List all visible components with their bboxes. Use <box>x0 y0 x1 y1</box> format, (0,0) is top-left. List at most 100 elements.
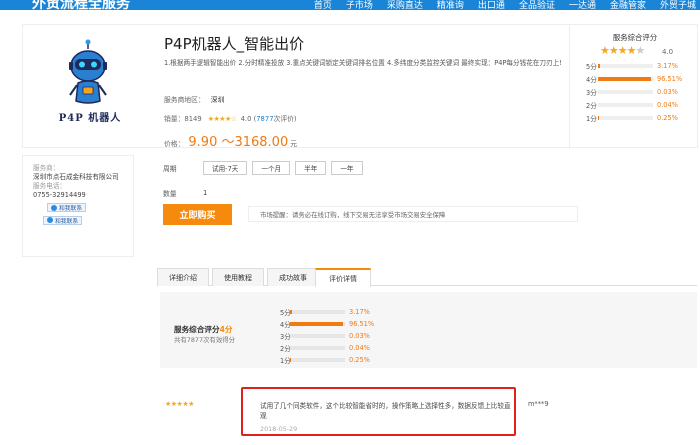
price-info: 价格： 9.90 ～3168.00 元 <box>164 131 297 150</box>
summary-title-score: 4分 <box>219 325 233 334</box>
price-label: 价格： <box>164 140 185 148</box>
chat-icon <box>51 204 57 211</box>
period-option-trial[interactable]: 试用-7天 <box>203 161 248 175</box>
reviews-suffix: 次评价) <box>273 115 297 123</box>
row-label: 3分 <box>586 89 597 97</box>
detail-tabs: 详细介绍 使用教程 成功故事 评价详情 <box>157 266 697 287</box>
region-value: 深圳 <box>210 96 225 104</box>
row-bar-fill <box>290 322 344 326</box>
reviewer-name: m***9 <box>528 400 549 408</box>
review-item: 试用了几个同类软件，这个比较智能省时的，操作策略上选择性多，数据反馈上比较直观 … <box>241 387 516 436</box>
row-label: 2分 <box>280 345 291 353</box>
nav-item-finance[interactable]: 金融管家 <box>610 0 646 10</box>
summary-row: 2分 0.04% <box>280 343 370 353</box>
robot-icon <box>69 39 107 104</box>
sales-label: 销量： <box>164 115 185 123</box>
top-nav-bar: 外贸流程全服务 首页 子市场 采购直达 精准询 出口通 全品验证 一达通 金融管… <box>0 0 700 10</box>
rating-side-row: 3分 0.03% <box>586 87 678 97</box>
contact-label: 和我联系 <box>55 218 79 225</box>
summary-title-prefix: 服务综合评分 <box>174 325 220 334</box>
product-logo: P4P 机器人 <box>48 39 128 125</box>
rating-side-row: 5分 3.17% <box>586 61 678 71</box>
period-row: 周期 试用-7天 一个月 半年 一年 <box>163 161 368 175</box>
seller-info: 服务商： 深圳市点石成金科技有限公司 服务电话： 0755-32914499 和… <box>22 155 134 257</box>
summary-row: 5分 3.17% <box>280 307 370 317</box>
nav-item-sourcing[interactable]: 采购直达 <box>387 0 423 10</box>
contact-button-2[interactable]: 和我联系 <box>43 215 83 225</box>
row-label: 1分 <box>586 115 597 123</box>
summary-subtitle: 共有7877次有效得分 <box>174 336 235 344</box>
nav-item-inquiry[interactable]: 精准询 <box>437 0 464 10</box>
provider-label: 服务商： <box>33 164 60 172</box>
row-pct: 96.51% <box>657 75 683 83</box>
review-text: 试用了几个同类软件，这个比较智能省时的，操作策略上选择性多，数据反馈上比较直观 <box>260 402 511 420</box>
price-range: 9.90 ～3168.00 <box>188 135 289 150</box>
rating-side-row: 1分 0.25% <box>586 113 678 123</box>
product-title: P4P机器人_智能出价 <box>164 35 305 53</box>
product-logo-text: P4P 机器人 <box>58 113 122 124</box>
review-stars-icon: ★★★★★ <box>165 400 194 408</box>
nav-item-city[interactable]: 外贸子城 <box>660 0 696 10</box>
product-description: 1.根据两手逻辑智能出价 2.分时精准投放 3.重点关键词锁定关键词排名位置 4… <box>164 59 562 67</box>
row-pct: 0.25% <box>349 356 370 364</box>
chat-icon <box>47 217 53 223</box>
stars-empty: ★ <box>635 44 645 57</box>
row-bar <box>598 116 653 120</box>
row-bar-fill <box>290 310 292 314</box>
period-option-halfyear[interactable]: 半年 <box>295 161 327 175</box>
tab-details[interactable]: 详细介绍 <box>157 268 209 286</box>
tab-tutorial[interactable]: 使用教程 <box>212 268 264 286</box>
period-option-year[interactable]: 一年 <box>331 161 363 175</box>
nav-item-export[interactable]: 出口通 <box>478 0 505 10</box>
phone-label: 服务电话： <box>33 182 66 190</box>
brand-title[interactable]: 外贸流程全服务 <box>32 0 130 10</box>
review-date: 2018-05-29 <box>260 425 298 433</box>
row-bar-fill <box>598 77 652 81</box>
period-option-month[interactable]: 一个月 <box>252 161 291 175</box>
summary-title: 服务综合评分4分 <box>174 324 232 335</box>
row-pct: 3.17% <box>349 308 370 316</box>
summary-row: 1分 0.25% <box>280 355 370 365</box>
row-pct: 0.03% <box>349 332 370 340</box>
sales-value: 8149 <box>184 115 202 123</box>
nav-item-submarket[interactable]: 子市场 <box>346 0 373 10</box>
summary-row: 3分 0.03% <box>280 331 370 341</box>
tab-reviews[interactable]: 评价详情 <box>315 268 371 287</box>
row-bar <box>290 334 345 338</box>
quantity-value[interactable]: 1 <box>203 189 207 197</box>
row-label: 2分 <box>586 102 597 110</box>
provider-name[interactable]: 深圳市点石成金科技有限公司 <box>33 173 123 182</box>
rating-stars-icon: ★★★★☆ <box>207 115 237 123</box>
tab-success-stories[interactable]: 成功故事 <box>267 268 319 286</box>
reviews-count-link[interactable]: 7877 <box>256 115 273 123</box>
stars-filled: ★★★★ <box>600 44 636 57</box>
row-pct: 3.17% <box>657 62 678 70</box>
quantity-label: 数量 <box>163 190 177 198</box>
rating-score: 4.0 <box>240 115 252 123</box>
row-label: 1分 <box>280 357 291 365</box>
product-panel: P4P 机器人 P4P机器人_智能出价 1.根据两手逻辑智能出价 2.分时精准投… <box>22 24 699 150</box>
summary-row: 4分 96.51% <box>280 319 374 329</box>
row-label: 4分 <box>586 76 597 84</box>
row-label: 3分 <box>280 333 291 341</box>
market-notice: 市场提醒：请务必在线订购，线下交易无法享受市场交易安全保障 <box>248 206 578 222</box>
row-pct: 0.25% <box>657 114 678 122</box>
rating-side-stars-icon: ★★★★★ <box>600 44 645 57</box>
row-bar <box>598 64 653 68</box>
contact-label: 和我联系 <box>59 206 83 212</box>
row-bar <box>598 90 653 94</box>
row-bar <box>290 310 345 314</box>
rating-summary-side: 服务综合评分 ★★★★★ 4.0 5分 3.17% 4分 96.51% 3分 0.03… <box>569 25 699 149</box>
nav-item-verify[interactable]: 全品验证 <box>519 0 555 10</box>
row-label: 4分 <box>280 321 291 329</box>
row-label: 5分 <box>586 63 597 71</box>
rating-side-score: 4.0 <box>662 48 674 56</box>
row-bar <box>290 322 345 326</box>
buy-now-button[interactable]: 立即购买 <box>163 204 232 225</box>
contact-button-1[interactable]: 和我联系 <box>47 203 87 212</box>
row-pct: 0.04% <box>349 344 370 352</box>
rating-side-row: 2分 0.04% <box>586 100 678 110</box>
row-bar <box>290 358 345 362</box>
nav-item-onetouch[interactable]: 一达通 <box>569 0 596 10</box>
nav-item-home[interactable]: 首页 <box>314 0 332 10</box>
